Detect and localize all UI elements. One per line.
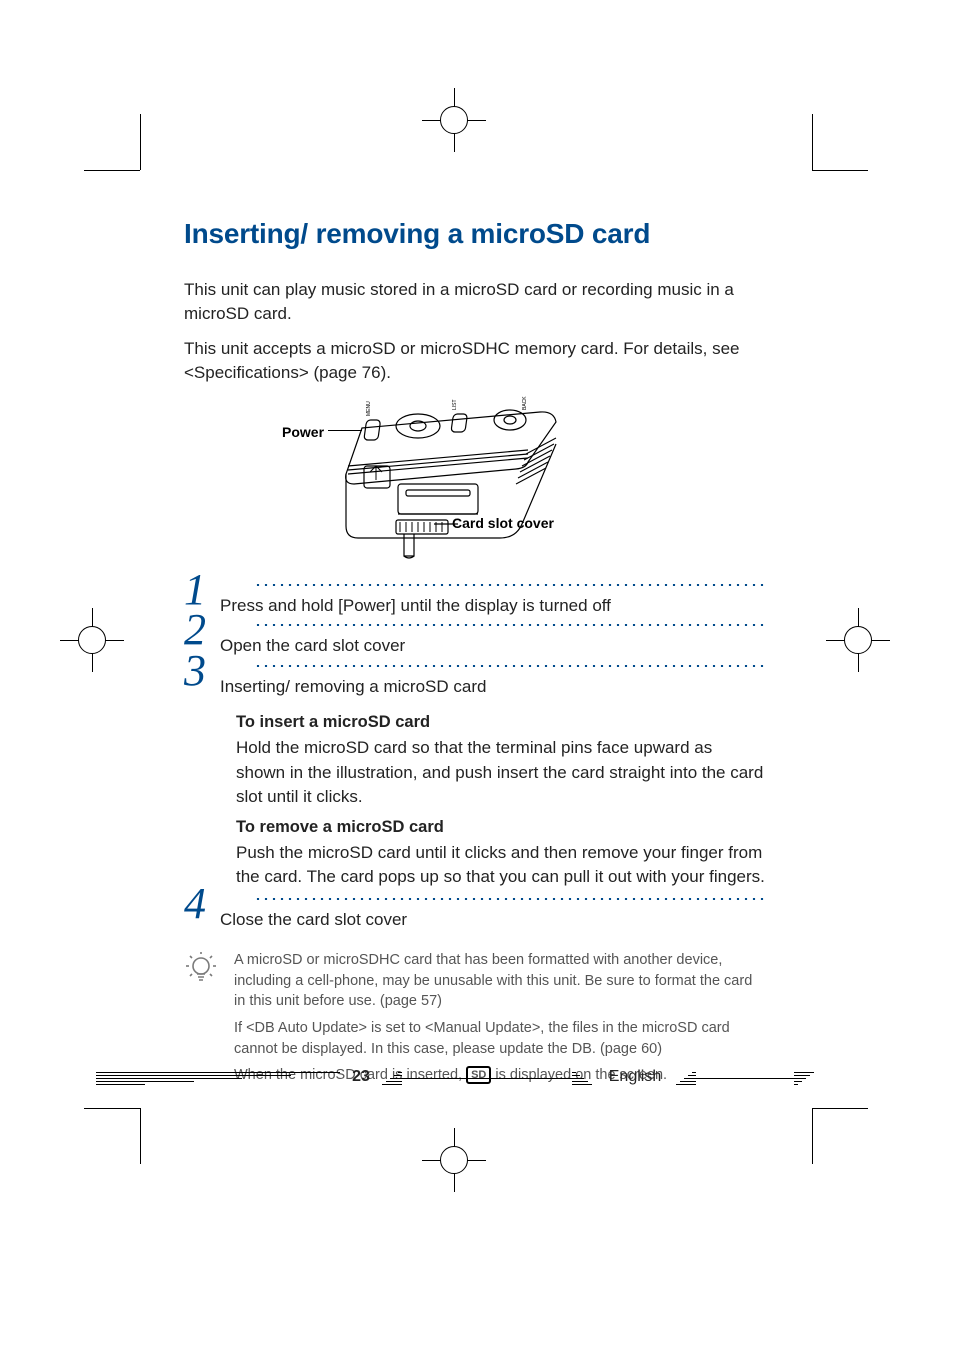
step-divider [254, 584, 766, 586]
step-divider [254, 665, 766, 667]
step-divider [254, 624, 766, 626]
crop-mark [812, 1108, 868, 1109]
intro-paragraph-2: This unit accepts a microSD or microSDHC… [184, 337, 766, 386]
step-text: Press and hold [Power] until the display… [220, 590, 766, 625]
crop-mark [84, 170, 140, 171]
figure-card-slot-cover-label: Card slot cover [452, 515, 554, 531]
step-subhead-remove: To remove a microSD card [236, 818, 766, 837]
step-number: 4 [184, 882, 206, 926]
svg-text:LIST: LIST [452, 399, 458, 410]
step-3: 3 Inserting/ removing a microSD card To … [184, 665, 766, 890]
page-language: English [600, 1068, 670, 1086]
page-title: Inserting/ removing a microSD card [184, 218, 766, 250]
tip-note: A microSD or microSDHC card that has bee… [184, 950, 766, 1085]
step-number: 3 [184, 649, 206, 693]
crop-mark [440, 1146, 468, 1174]
footer-ornament [382, 1072, 592, 1086]
footer-ornament [676, 1072, 814, 1086]
step-4: 4 Close the card slot cover [184, 898, 766, 939]
figure-power-label: Power [282, 424, 324, 440]
step-text: Open the card slot cover [220, 630, 766, 665]
crop-mark [140, 1108, 141, 1164]
svg-text:BACK: BACK [522, 396, 528, 410]
page-content: Inserting/ removing a microSD card This … [184, 218, 766, 1086]
step-3-detail: To insert a microSD card Hold the microS… [220, 713, 766, 889]
page-footer: 23 English [96, 1068, 814, 1090]
step-2: 2 Open the card slot cover [184, 624, 766, 665]
device-figure: Power [184, 396, 766, 576]
crop-mark [844, 626, 872, 654]
steps-list: 1 Press and hold [Power] until the displ… [184, 584, 766, 938]
step-text: Close the card slot cover [220, 904, 766, 939]
crop-mark [78, 626, 106, 654]
svg-text:MENU: MENU [366, 401, 372, 416]
crop-mark [812, 170, 868, 171]
device-illustration: MENU LIST BACK [340, 396, 600, 564]
lightbulb-icon [184, 952, 218, 986]
step-subhead-insert: To insert a microSD card [236, 713, 766, 732]
step-subbody-remove: Push the microSD card until it clicks an… [236, 841, 766, 890]
crop-mark [140, 114, 141, 170]
crop-mark [440, 106, 468, 134]
step-subbody-insert: Hold the microSD card so that the termin… [236, 736, 766, 809]
crop-mark [812, 114, 813, 170]
tip-text-2: If <DB Auto Update> is set to <Manual Up… [234, 1018, 766, 1059]
crop-mark [812, 1108, 813, 1164]
step-text: Inserting/ removing a microSD card [220, 671, 766, 706]
step-1: 1 Press and hold [Power] until the displ… [184, 584, 766, 625]
tip-text-1: A microSD or microSDHC card that has bee… [234, 950, 766, 1012]
page-number: 23 [340, 1068, 382, 1086]
footer-ornament [96, 1072, 340, 1086]
intro-paragraph-1: This unit can play music stored in a mic… [184, 278, 766, 327]
step-divider [254, 898, 766, 900]
crop-mark [84, 1108, 140, 1109]
